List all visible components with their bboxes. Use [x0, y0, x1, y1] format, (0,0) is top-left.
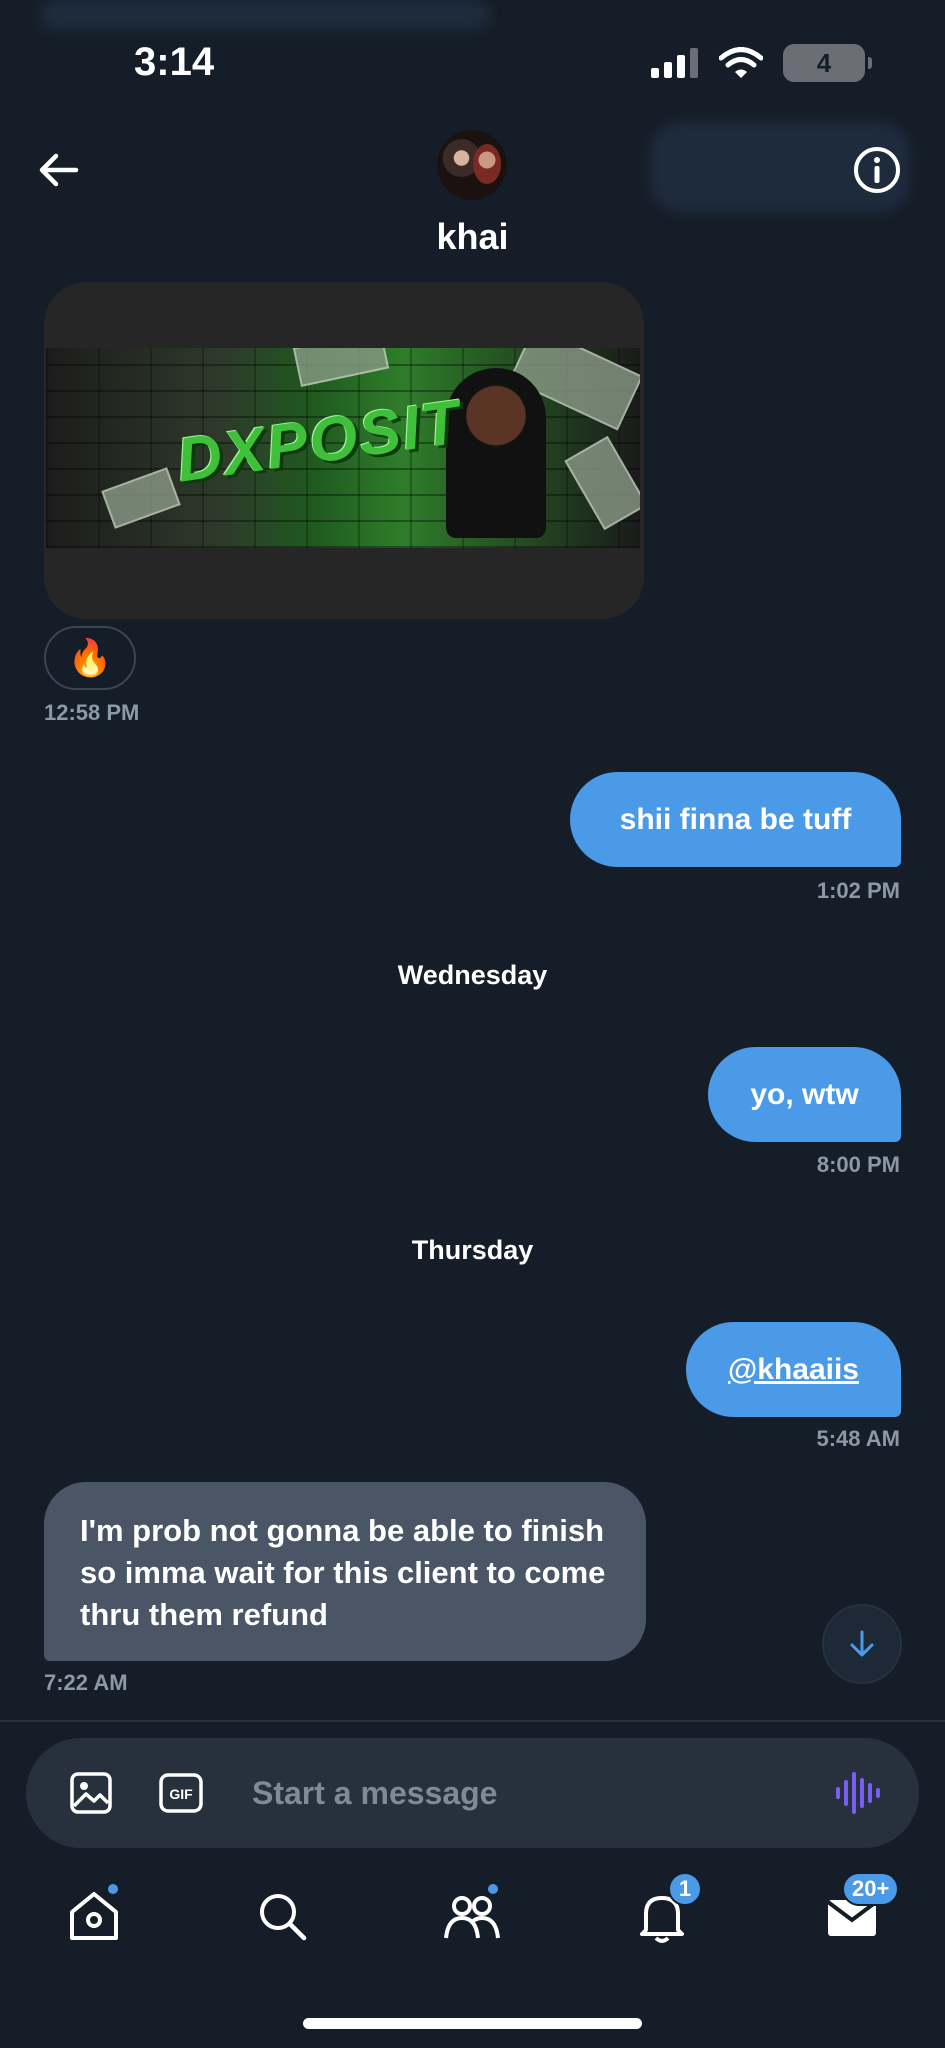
media-message[interactable]: DXPOSIT	[44, 282, 644, 619]
tab-notifications[interactable]: 1	[632, 1872, 702, 1946]
communities-badge-dot	[486, 1882, 500, 1896]
cellular-signal-icon	[651, 48, 698, 78]
fire-reaction[interactable]: 🔥	[44, 626, 136, 690]
voice-message-icon[interactable]	[833, 1768, 883, 1818]
battery-level: 4	[816, 47, 832, 78]
scroll-to-bottom-button[interactable]	[822, 1604, 902, 1684]
day-separator: Wednesday	[397, 960, 548, 990]
message-input[interactable]	[252, 1762, 792, 1824]
status-bar: 3:14 4	[0, 0, 945, 120]
composer-divider	[0, 1720, 945, 1722]
contact-avatar[interactable]	[437, 130, 507, 200]
tab-search[interactable]	[252, 1886, 312, 1946]
tab-messages[interactable]: 20+	[822, 1872, 900, 1946]
gif-label: GIF	[169, 1786, 193, 1802]
notifications-badge: 1	[668, 1872, 702, 1906]
info-icon[interactable]	[849, 142, 905, 198]
image-icon[interactable]	[66, 1768, 116, 1818]
message-timestamp: 8:00 PM	[816, 1152, 900, 1177]
search-icon	[260, 1894, 307, 1941]
tab-home[interactable]	[64, 1882, 124, 1946]
bottom-tab-bar: 1 20+	[0, 1870, 945, 1990]
sent-message[interactable]: yo, wtw	[708, 1047, 901, 1142]
tab-communities[interactable]	[442, 1882, 502, 1946]
message-text: yo, wtw	[750, 1077, 859, 1111]
status-time: 3:14	[134, 40, 215, 84]
battery-indicator: 4	[783, 44, 872, 82]
banner-image[interactable]: DXPOSIT	[46, 348, 640, 548]
contact-name[interactable]: khai	[0, 216, 945, 258]
message-text: shii finna be tuff	[619, 802, 852, 836]
back-arrow-icon[interactable]	[30, 142, 86, 198]
received-message[interactable]: I'm prob not gonna be able to finish so …	[44, 1482, 646, 1661]
mention-link[interactable]: @khaaiis	[728, 1353, 859, 1387]
gif-icon[interactable]: GIF	[156, 1768, 206, 1818]
arrow-down-icon	[850, 1630, 874, 1657]
home-badge-dot	[106, 1882, 120, 1896]
message-timestamp: 5:48 AM	[816, 1426, 900, 1451]
sent-message[interactable]: shii finna be tuff	[570, 772, 901, 867]
status-icons: 4	[651, 44, 872, 82]
messages-badge: 20+	[842, 1872, 900, 1906]
message-timestamp: 12:58 PM	[44, 700, 140, 725]
home-indicator[interactable]	[303, 2018, 642, 2029]
message-composer: GIF	[26, 1738, 919, 1848]
message-timestamp: 1:02 PM	[816, 878, 900, 903]
day-separator: Thursday	[411, 1235, 534, 1265]
sent-message[interactable]: @khaaiis	[686, 1322, 901, 1417]
conversation-header: khai	[0, 120, 945, 260]
wifi-icon	[719, 47, 763, 78]
message-timestamp: 7:22 AM	[44, 1670, 128, 1695]
background-blur	[40, 0, 490, 30]
message-text: I'm prob not gonna be able to finish so …	[80, 1513, 606, 1632]
